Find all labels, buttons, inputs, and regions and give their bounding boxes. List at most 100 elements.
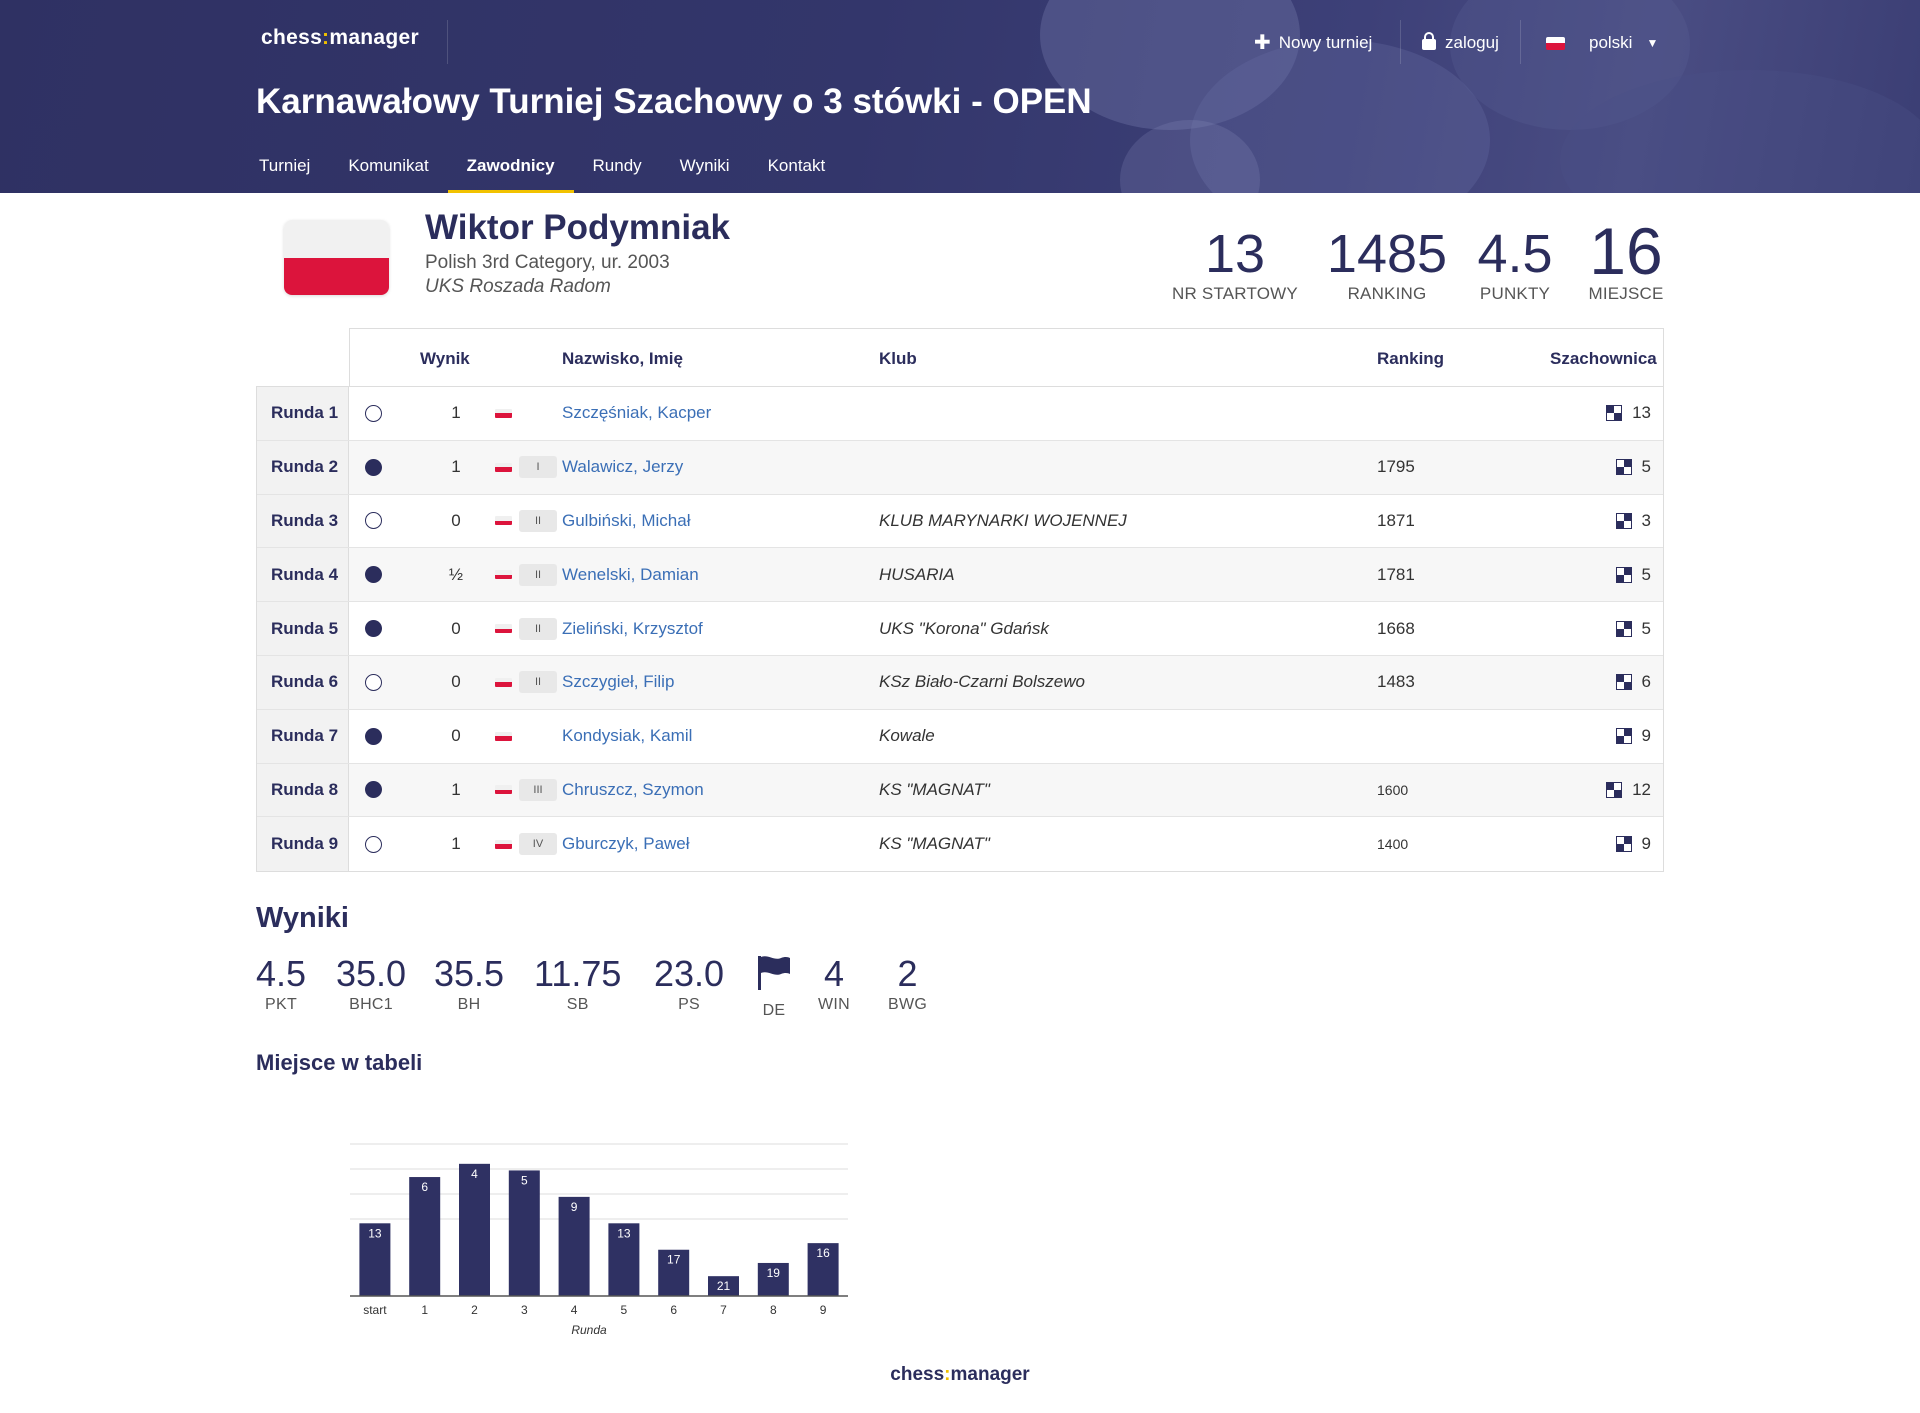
table-row: Runda 5 0 II Zieliński, Krzysztof UKS "Koron… xyxy=(257,602,1663,656)
chart-data-label: 19 xyxy=(767,1266,781,1280)
round-label: Runda 2 xyxy=(257,440,349,494)
tab-turniej[interactable]: Turniej xyxy=(240,152,329,193)
opponent-club: Kowale xyxy=(879,726,935,746)
new-tournament-link[interactable]: ✚ Nowy turniej xyxy=(1254,30,1372,56)
category-badge: II xyxy=(519,548,557,601)
opponent-ranking: 1781 xyxy=(1377,564,1415,584)
chessboard-icon xyxy=(1606,781,1623,798)
board-number: 12 xyxy=(1632,779,1651,799)
opponent-link[interactable]: Walawicz, Jerzy xyxy=(562,441,683,494)
table-row: Runda 9 1 IV Gburczyk, Paweł KS "MAGNAT" 1400… xyxy=(257,817,1663,872)
board-number: 13 xyxy=(1632,403,1651,423)
chessboard-icon xyxy=(1615,728,1632,745)
divider xyxy=(1400,20,1401,64)
chart-data-label: 13 xyxy=(617,1226,631,1240)
opponent-ranking: 1795 xyxy=(1377,457,1415,477)
board-cell: 5 xyxy=(1615,441,1651,494)
stat-value: 16 xyxy=(1589,214,1663,288)
logo-text: chess xyxy=(261,26,323,49)
opponent-club: KSz Biało-Czarni Bolszewo xyxy=(879,672,1085,692)
login-label: zaloguj xyxy=(1445,33,1499,52)
chart-tick-label: 9 xyxy=(820,1303,827,1317)
black-pieces-icon xyxy=(365,764,382,817)
category-label: II xyxy=(519,671,557,694)
standing-heading: Miejsce w tabeli xyxy=(256,1050,423,1075)
category-badge: I xyxy=(519,441,557,494)
opponent-flag-icon xyxy=(495,441,512,494)
category-badge: II xyxy=(519,602,557,655)
chart-tick-label: 8 xyxy=(770,1303,777,1317)
round-label: Runda 4 xyxy=(257,548,349,602)
chart-bar xyxy=(409,1177,441,1296)
result-value: 35.0 xyxy=(336,953,407,994)
result-label: SB xyxy=(566,996,589,1013)
opponent-link[interactable]: Zieliński, Krzysztof xyxy=(562,602,703,655)
opponent-club: UKS "Korona" Gdańsk xyxy=(879,618,1049,638)
black-pieces-icon xyxy=(365,602,382,655)
board-cell: 3 xyxy=(1615,495,1651,548)
chart-data-label: 16 xyxy=(816,1246,830,1260)
category-label: II xyxy=(519,563,557,586)
opponent-flag-icon xyxy=(495,817,512,871)
result-win: 4 WIN xyxy=(818,952,850,1014)
game-result: 1 xyxy=(451,834,461,854)
round-label: Runda 5 xyxy=(257,602,349,655)
result-label: DE xyxy=(762,1002,786,1019)
board-number: 9 xyxy=(1641,834,1651,854)
col-name: Nazwisko, Imię xyxy=(562,349,683,368)
black-pieces-icon xyxy=(365,710,382,763)
category-badge: IV xyxy=(519,817,557,871)
language-dropdown[interactable]: polski ▼ xyxy=(1546,30,1658,56)
board-number: 5 xyxy=(1641,618,1651,638)
result-bhc1: 35.0 BHC1 xyxy=(336,952,406,1014)
board-number: 9 xyxy=(1641,726,1651,746)
caret-down-icon: ▼ xyxy=(1646,36,1659,50)
result-label: PS xyxy=(678,996,701,1013)
board-cell: 13 xyxy=(1606,387,1651,440)
tab-kontakt[interactable]: Kontakt xyxy=(749,152,845,193)
opponent-link[interactable]: Wenelski, Damian xyxy=(562,548,699,601)
opponent-link[interactable]: Szczęśniak, Kacper xyxy=(562,387,711,440)
plus-icon: ✚ xyxy=(1254,32,1271,54)
chart-data-label: 9 xyxy=(571,1200,578,1214)
table-row: Runda 6 0 II Szczygieł, Filip KSz Biało-Czar… xyxy=(257,655,1663,710)
tab-zawodnicy[interactable]: Zawodnicy xyxy=(447,152,574,193)
board-cell: 9 xyxy=(1615,710,1651,763)
chart-tick-label: 1 xyxy=(421,1303,428,1317)
category-badge: II xyxy=(519,495,557,548)
logo-text: chess xyxy=(890,1364,945,1385)
opponent-link[interactable]: Gburczyk, Paweł xyxy=(562,817,690,871)
chessboard-icon xyxy=(1606,405,1623,422)
opponent-link[interactable]: Chruszcz, Szymon xyxy=(562,764,704,817)
opponent-flag-icon xyxy=(495,387,512,440)
board-number: 5 xyxy=(1641,457,1651,477)
tab-komunikat[interactable]: Komunikat xyxy=(329,152,447,193)
chart-data-label: 21 xyxy=(717,1279,731,1293)
opponent-link[interactable]: Gulbiński, Michał xyxy=(562,495,691,548)
result-label: WIN xyxy=(818,996,851,1013)
result-value: 11.75 xyxy=(534,953,622,994)
opponent-ranking: 1600 xyxy=(1377,781,1409,798)
footer-logo[interactable]: chess:manager xyxy=(0,1364,1920,1386)
game-result: 1 xyxy=(451,457,461,477)
game-result: 1 xyxy=(451,403,461,423)
tab-rundy[interactable]: Rundy xyxy=(574,152,661,193)
round-label: Runda 3 xyxy=(257,494,349,548)
tab-wyniki[interactable]: Wyniki xyxy=(661,152,749,193)
result-pkt: 4.5 PKT xyxy=(256,952,306,1014)
opponent-club: KLUB MARYNARKI WOJENNEJ xyxy=(879,510,1127,530)
result-label: BWG xyxy=(888,996,928,1013)
chessboard-icon xyxy=(1615,566,1632,583)
round-label: Runda 8 xyxy=(257,763,349,817)
result-value: 23.0 xyxy=(654,953,725,994)
result-bwg: 2 BWG xyxy=(888,952,927,1014)
opponent-flag-icon xyxy=(495,495,512,548)
opponent-link[interactable]: Kondysiak, Kamil xyxy=(562,710,692,763)
chart-tick-label: 6 xyxy=(670,1303,677,1317)
chessboard-icon xyxy=(1615,459,1632,476)
opponent-link[interactable]: Szczygieł, Filip xyxy=(562,656,674,709)
chart-tick-label: start xyxy=(363,1303,387,1317)
login-link[interactable]: zaloguj xyxy=(1421,30,1499,56)
chart-x-axis-title: Runda xyxy=(571,1323,607,1337)
chessmanager-logo[interactable]: chess:manager xyxy=(261,26,419,50)
